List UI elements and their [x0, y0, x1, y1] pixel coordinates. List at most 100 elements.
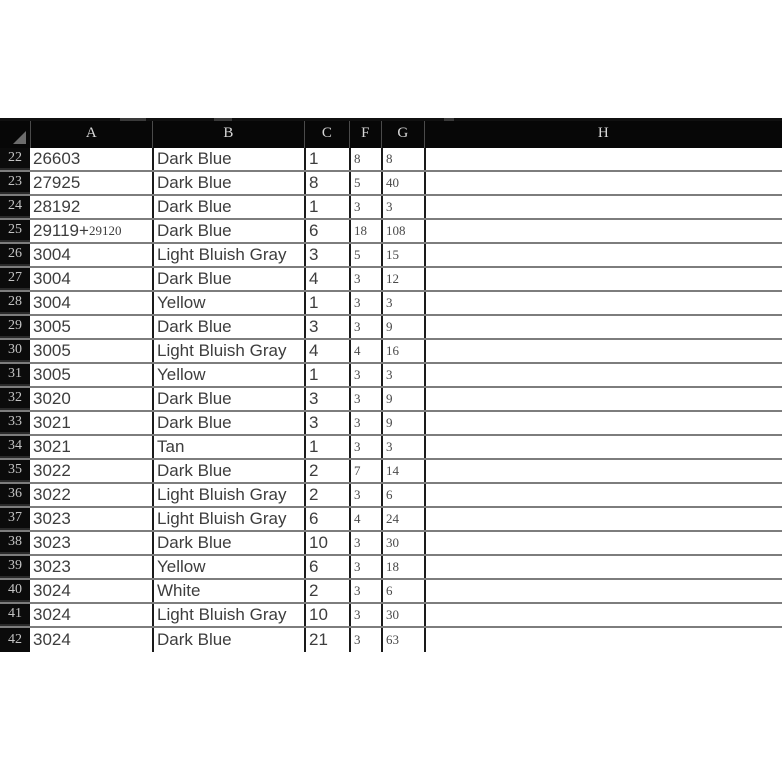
table-row[interactable]: 28 3004 Yellow 1 3 3 — [0, 292, 782, 316]
table-row[interactable]: 26 3004 Light Bluish Gray 3 5 15 — [0, 244, 782, 268]
cell-b[interactable]: Dark Blue — [152, 268, 304, 290]
column-header-h[interactable]: H — [424, 118, 782, 148]
cell-c[interactable]: 6 — [304, 508, 349, 530]
cell-h[interactable] — [424, 580, 782, 602]
cell-f[interactable]: 8 — [349, 148, 381, 170]
cell-a[interactable]: 3022 — [30, 484, 152, 506]
cell-f[interactable]: 3 — [349, 268, 381, 290]
cell-h[interactable] — [424, 532, 782, 554]
cell-b[interactable]: Dark Blue — [152, 388, 304, 410]
column-header-a[interactable]: A — [30, 118, 152, 148]
cell-c[interactable]: 3 — [304, 244, 349, 266]
cell-a[interactable]: 29119+ 29120 — [30, 220, 152, 242]
cell-a[interactable]: 3020 — [30, 388, 152, 410]
cell-b[interactable]: Light Bluish Gray — [152, 340, 304, 362]
table-row[interactable]: 23 27925 Dark Blue 8 5 40 — [0, 172, 782, 196]
cell-g[interactable]: 9 — [381, 412, 424, 434]
cell-f[interactable]: 7 — [349, 460, 381, 482]
cell-a[interactable]: 3005 — [30, 316, 152, 338]
cell-h[interactable] — [424, 172, 782, 194]
select-all-corner[interactable] — [0, 118, 30, 148]
cell-b[interactable]: Dark Blue — [152, 148, 304, 170]
cell-a[interactable]: 26603 — [30, 148, 152, 170]
cell-f[interactable]: 4 — [349, 340, 381, 362]
cell-f[interactable]: 3 — [349, 484, 381, 506]
table-row[interactable]: 33 3021 Dark Blue 3 3 9 — [0, 412, 782, 436]
row-header[interactable]: 38 — [0, 532, 30, 554]
cell-h[interactable] — [424, 196, 782, 218]
cell-c[interactable]: 4 — [304, 340, 349, 362]
cell-h[interactable] — [424, 268, 782, 290]
cell-f[interactable]: 3 — [349, 436, 381, 458]
cell-b[interactable]: Dark Blue — [152, 628, 304, 652]
cell-g[interactable]: 3 — [381, 364, 424, 386]
cell-c[interactable]: 2 — [304, 460, 349, 482]
cell-a[interactable]: 3022 — [30, 460, 152, 482]
row-header[interactable]: 40 — [0, 580, 30, 602]
cell-h[interactable] — [424, 412, 782, 434]
cell-b[interactable]: Yellow — [152, 292, 304, 314]
column-header-f[interactable]: F — [349, 118, 381, 148]
cell-a[interactable]: 28192 — [30, 196, 152, 218]
cell-a[interactable]: 3004 — [30, 292, 152, 314]
row-header[interactable]: 32 — [0, 388, 30, 410]
row-header[interactable]: 29 — [0, 316, 30, 338]
cell-h[interactable] — [424, 244, 782, 266]
cell-f[interactable]: 5 — [349, 244, 381, 266]
cell-h[interactable] — [424, 292, 782, 314]
table-row[interactable]: 32 3020 Dark Blue 3 3 9 — [0, 388, 782, 412]
column-header-g[interactable]: G — [381, 118, 424, 148]
column-header-c[interactable]: C — [304, 118, 349, 148]
row-header[interactable]: 26 — [0, 244, 30, 266]
table-row[interactable]: 24 28192 Dark Blue 1 3 3 — [0, 196, 782, 220]
cell-g[interactable]: 3 — [381, 292, 424, 314]
cell-g[interactable]: 30 — [381, 604, 424, 626]
cell-g[interactable]: 6 — [381, 580, 424, 602]
cell-a[interactable]: 3021 — [30, 436, 152, 458]
cell-g[interactable]: 3 — [381, 196, 424, 218]
cell-a[interactable]: 3024 — [30, 580, 152, 602]
cell-h[interactable] — [424, 340, 782, 362]
cell-c[interactable]: 1 — [304, 292, 349, 314]
cell-g[interactable]: 6 — [381, 484, 424, 506]
cell-f[interactable]: 18 — [349, 220, 381, 242]
cell-f[interactable]: 5 — [349, 172, 381, 194]
cell-g[interactable]: 63 — [381, 628, 424, 652]
cell-g[interactable]: 12 — [381, 268, 424, 290]
cell-f[interactable]: 3 — [349, 412, 381, 434]
row-header[interactable]: 36 — [0, 484, 30, 506]
cell-c[interactable]: 8 — [304, 172, 349, 194]
cell-c[interactable]: 6 — [304, 220, 349, 242]
cell-c[interactable]: 4 — [304, 268, 349, 290]
table-row[interactable]: 30 3005 Light Bluish Gray 4 4 16 — [0, 340, 782, 364]
cell-g[interactable]: 15 — [381, 244, 424, 266]
cell-c[interactable]: 6 — [304, 556, 349, 578]
cell-b[interactable]: Yellow — [152, 364, 304, 386]
cell-f[interactable]: 4 — [349, 508, 381, 530]
cell-h[interactable] — [424, 556, 782, 578]
table-row[interactable]: 34 3021 Tan 1 3 3 — [0, 436, 782, 460]
cell-h[interactable] — [424, 220, 782, 242]
column-header-b[interactable]: B — [152, 118, 304, 148]
row-header[interactable]: 34 — [0, 436, 30, 458]
row-header[interactable]: 37 — [0, 508, 30, 530]
cell-b[interactable]: Yellow — [152, 556, 304, 578]
cell-f[interactable]: 3 — [349, 532, 381, 554]
row-header[interactable]: 35 — [0, 460, 30, 482]
cell-h[interactable] — [424, 460, 782, 482]
cell-h[interactable] — [424, 604, 782, 626]
cell-b[interactable]: Light Bluish Gray — [152, 508, 304, 530]
cell-a[interactable]: 3023 — [30, 532, 152, 554]
table-row[interactable]: 38 3023 Dark Blue 10 3 30 — [0, 532, 782, 556]
cell-f[interactable]: 3 — [349, 556, 381, 578]
cell-a[interactable]: 3005 — [30, 340, 152, 362]
table-row[interactable]: 25 29119+ 29120 Dark Blue 6 18 108 — [0, 220, 782, 244]
cell-g[interactable]: 24 — [381, 508, 424, 530]
cell-g[interactable]: 8 — [381, 148, 424, 170]
cell-a[interactable]: 3005 — [30, 364, 152, 386]
cell-g[interactable]: 16 — [381, 340, 424, 362]
cell-h[interactable] — [424, 364, 782, 386]
cell-h[interactable] — [424, 436, 782, 458]
row-header[interactable]: 22 — [0, 148, 30, 170]
cell-b[interactable]: White — [152, 580, 304, 602]
